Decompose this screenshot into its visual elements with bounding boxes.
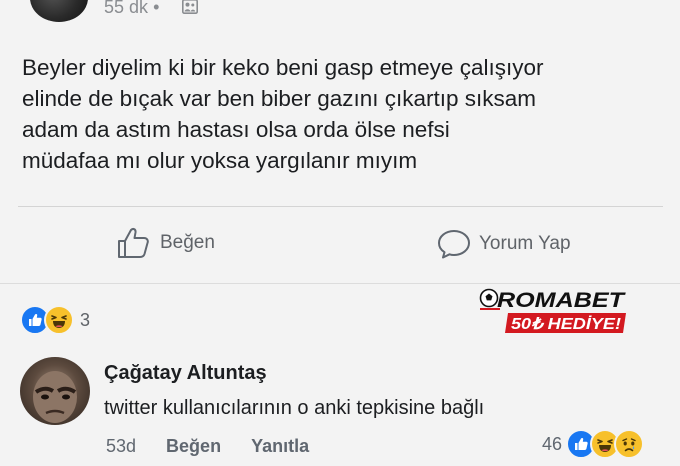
sad-icon bbox=[614, 429, 645, 459]
comment-time[interactable]: 53d bbox=[106, 436, 136, 457]
divider bbox=[0, 283, 680, 284]
post-time-text: 55 dk bbox=[104, 0, 149, 17]
post-text-line: elinde de bıçak var ben biber gazını çık… bbox=[22, 86, 537, 111]
post-author-avatar[interactable] bbox=[30, 0, 88, 22]
divider bbox=[18, 206, 663, 207]
reactions-summary[interactable]: 3 bbox=[20, 305, 90, 335]
like-button[interactable]: Beğen bbox=[116, 226, 215, 260]
comment-reply-button[interactable]: Yanıtla bbox=[251, 436, 309, 457]
comment-reactions-summary[interactable]: 46 bbox=[542, 429, 645, 459]
comment-like-button[interactable]: Beğen bbox=[166, 436, 221, 457]
commenter-name[interactable]: Çağatay Altuntaş bbox=[104, 362, 267, 385]
comment-button[interactable]: Yorum Yap bbox=[437, 229, 571, 259]
like-button-label: Beğen bbox=[160, 232, 215, 253]
haha-icon bbox=[44, 305, 74, 335]
comment-text: twitter kullanıcılarının o anki tepkisin… bbox=[104, 397, 485, 419]
comment-meta: 53d Beğen Yanıtla bbox=[106, 436, 309, 457]
comment-bubble-icon bbox=[438, 230, 470, 259]
time-separator: • bbox=[153, 0, 160, 17]
post-text: Beyler diyelim ki bir keko beni gasp etm… bbox=[22, 52, 662, 176]
svg-text:50₺ HEDİYE!: 50₺ HEDİYE! bbox=[511, 315, 622, 333]
post-text-line: adam da astım hastası olsa orda ölse nef… bbox=[22, 117, 450, 142]
thumbs-up-icon bbox=[118, 227, 149, 258]
reaction-count: 3 bbox=[80, 309, 91, 330]
post-text-line: Beyler diyelim ki bir keko beni gasp etm… bbox=[22, 55, 544, 80]
comment-button-label: Yorum Yap bbox=[479, 233, 571, 254]
comment-reaction-count: 46 bbox=[542, 433, 563, 454]
commenter-avatar[interactable] bbox=[20, 357, 90, 425]
post-timestamp[interactable]: 55 dk • bbox=[104, 0, 159, 18]
post-text-line: müdafaa mı olur yoksa yargılanır mıyım bbox=[22, 148, 418, 173]
romabet-watermark-logo: ROMABET 50₺ HEDİYE! bbox=[479, 288, 627, 333]
friends-privacy-icon[interactable] bbox=[182, 0, 198, 14]
svg-text:ROMABET: ROMABET bbox=[497, 289, 627, 312]
